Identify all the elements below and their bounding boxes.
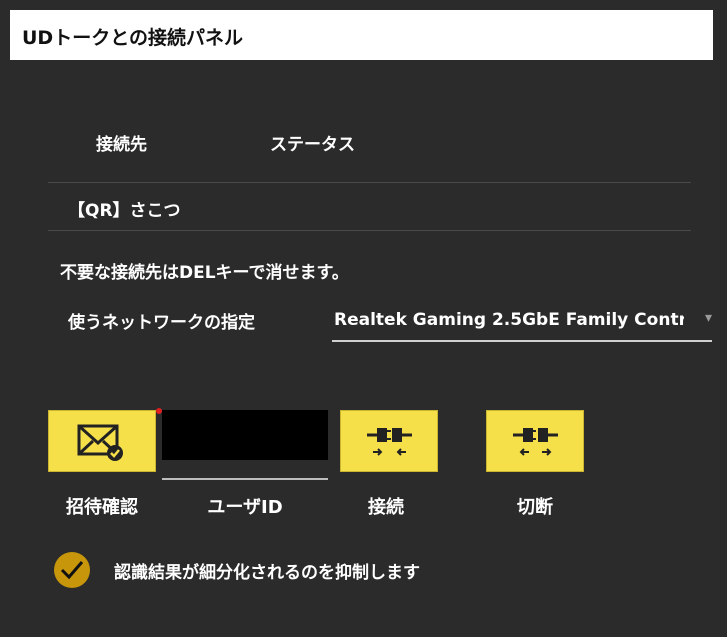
user-id-field[interactable] <box>162 410 328 460</box>
suppress-label[interactable]: 認識結果が細分化されるのを抑制します <box>114 558 420 583</box>
disconnect-label: 切断 <box>517 497 553 518</box>
network-selected-value: Realtek Gaming 2.5GbE Family Controller <box>334 310 684 330</box>
plug-connect-icon <box>365 421 415 461</box>
disconnect-button[interactable] <box>486 410 584 472</box>
connection-panel: 接続先 ステータス 【QR】さこつ 不要な接続先はDELキーで消せます。 使うネ… <box>10 60 713 622</box>
invite-check-label: 招待確認 <box>66 497 138 518</box>
user-id-underline <box>162 478 328 480</box>
plug-disconnect-icon <box>511 421 561 461</box>
network-label: 使うネットワークの指定 <box>68 313 255 333</box>
header-divider <box>48 182 691 183</box>
column-header-status: ステータス <box>270 135 355 155</box>
connect-button[interactable] <box>340 410 438 472</box>
delete-tip-text: 不要な接続先はDELキーで消せます。 <box>60 263 349 283</box>
invite-check-button[interactable] <box>48 410 156 472</box>
column-header-destination: 接続先 <box>96 135 147 155</box>
checkmark-icon <box>60 559 84 581</box>
window-title: UDトークとの接続パネル <box>22 27 244 49</box>
suppress-checkbox[interactable] <box>54 552 90 588</box>
chevron-down-icon[interactable]: ▾ <box>705 310 712 326</box>
connection-row-destination[interactable]: 【QR】さこつ <box>68 196 181 221</box>
user-id-label: ユーザID <box>207 497 283 518</box>
connect-label: 接続 <box>368 497 404 518</box>
network-select[interactable]: Realtek Gaming 2.5GbE Family Controller … <box>332 300 712 342</box>
row-divider <box>48 230 691 231</box>
title-bar: UDトークとの接続パネル <box>10 10 713 60</box>
envelope-check-icon <box>77 423 127 463</box>
